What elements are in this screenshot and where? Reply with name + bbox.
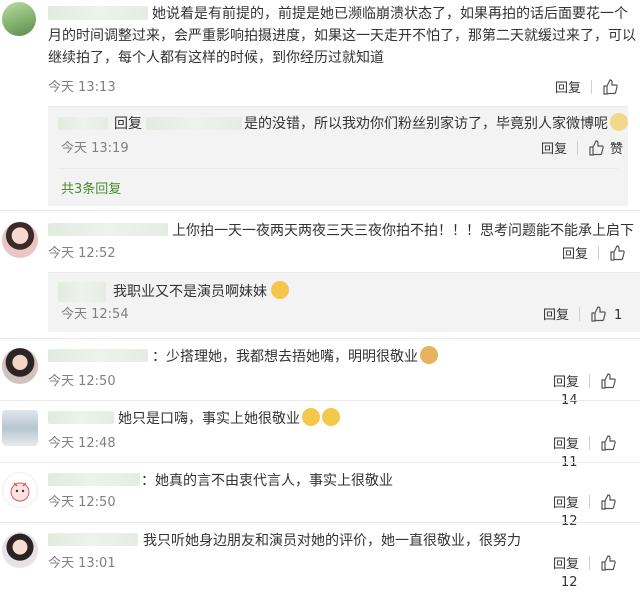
nested-divider bbox=[48, 272, 640, 273]
username[interactable] bbox=[48, 223, 168, 236]
comment-actions: 回复 bbox=[562, 245, 625, 264]
reply-username[interactable] bbox=[58, 282, 106, 302]
reply-button[interactable]: 回复 bbox=[553, 375, 579, 390]
comment-time: 今天 13:01 bbox=[48, 556, 116, 571]
comment-time: 今天 12:50 bbox=[48, 495, 116, 510]
reply-actions: 回复 赞 bbox=[541, 140, 623, 159]
like-count: 1 bbox=[614, 308, 623, 323]
action-divider bbox=[589, 436, 591, 450]
comment-divider bbox=[0, 400, 640, 401]
comment-time: 今天 13:13 bbox=[48, 80, 116, 95]
reply-text: 是的没错，所以我劝你们粉丝别家访了，毕竟别人家微博呢 bbox=[244, 113, 628, 135]
comment-text: 上你拍一天一夜两天两夜三天三夜你拍不拍！！！思考问题能不能承上启下 bbox=[172, 223, 634, 239]
comment-actions: 回复 bbox=[555, 79, 618, 98]
comment-text: ：她真的言不由衷代言人，事实上很敬业 bbox=[141, 473, 393, 489]
like-label[interactable]: 赞 bbox=[610, 142, 623, 157]
reply-button[interactable]: 回复 bbox=[555, 81, 581, 96]
comment-time: 今天 12:48 bbox=[48, 436, 116, 451]
cat-face-emoji-icon bbox=[420, 346, 438, 364]
nested-divider bbox=[48, 106, 628, 107]
action-divider bbox=[591, 80, 593, 94]
comment-actions: 回复12 bbox=[553, 494, 640, 531]
action-divider bbox=[589, 556, 591, 570]
reply-button[interactable]: 回复 bbox=[541, 142, 567, 157]
like-count: 12 bbox=[561, 575, 578, 590]
comment-text: 我只听她身边朋友和演员对她的评价，她一直很敬业，很努力 bbox=[143, 533, 521, 549]
reply-button[interactable]: 回复 bbox=[562, 247, 588, 262]
reply-username[interactable] bbox=[58, 117, 108, 130]
action-divider bbox=[579, 307, 581, 321]
thumbs-up-icon[interactable] bbox=[600, 555, 616, 571]
comment-text: ：少搭理她，我都想去捂她嘴，明明很敬业 bbox=[152, 346, 438, 368]
comment-divider bbox=[0, 522, 640, 523]
reply-time: 今天 13:19 bbox=[61, 141, 129, 156]
action-divider bbox=[589, 495, 591, 509]
heart-eyes-emoji-icon bbox=[271, 281, 289, 299]
comment-text: 她说着是有前提的，前提是她已濒临崩溃状态了，如果再拍的话后面要花一个月的时间调整… bbox=[48, 6, 636, 66]
comment-actions: 回复14 bbox=[553, 373, 640, 410]
avatar[interactable] bbox=[2, 532, 38, 568]
reply-button[interactable]: 回复 bbox=[553, 437, 579, 452]
reply-button[interactable]: 回复 bbox=[553, 557, 579, 572]
comment-time: 今天 12:50 bbox=[48, 374, 116, 389]
thumbs-up-icon[interactable] bbox=[590, 306, 606, 322]
avatar[interactable] bbox=[2, 472, 38, 508]
avatar[interactable] bbox=[2, 410, 38, 446]
action-divider bbox=[589, 374, 591, 388]
username[interactable] bbox=[48, 411, 114, 424]
comment-divider bbox=[0, 462, 640, 463]
reply-target-username[interactable] bbox=[146, 117, 242, 130]
thumbs-up-icon[interactable] bbox=[600, 373, 616, 389]
laughing-tears-emoji-icon bbox=[302, 408, 320, 426]
reply-button[interactable]: 回复 bbox=[543, 308, 569, 323]
comment-divider bbox=[0, 338, 640, 339]
comment-text: 她只是口嗨，事实上她很敬业 bbox=[118, 408, 340, 430]
action-divider bbox=[577, 141, 579, 155]
comment-time: 今天 12:52 bbox=[48, 246, 116, 261]
reply-actions: 回复 1 bbox=[543, 306, 622, 325]
username[interactable] bbox=[48, 533, 138, 546]
avatar[interactable] bbox=[2, 222, 38, 258]
thumbs-up-icon[interactable] bbox=[602, 79, 618, 95]
comment-divider bbox=[0, 210, 640, 211]
thumbs-up-icon[interactable] bbox=[609, 245, 625, 261]
avatar[interactable] bbox=[2, 2, 36, 36]
cartoon-avatar-icon bbox=[10, 482, 30, 502]
cat-face-emoji-icon bbox=[610, 113, 628, 131]
username[interactable] bbox=[48, 349, 148, 362]
thumbs-up-icon[interactable] bbox=[588, 140, 604, 156]
reply-prefix: 回复 bbox=[114, 116, 142, 132]
thumbs-up-icon[interactable] bbox=[600, 494, 616, 510]
action-divider bbox=[598, 246, 600, 260]
nested-divider bbox=[58, 168, 618, 169]
reply-time: 今天 12:54 bbox=[61, 307, 129, 322]
username[interactable] bbox=[48, 473, 140, 486]
reply-button[interactable]: 回复 bbox=[553, 496, 579, 511]
reply-text: 我职业又不是演员啊妹妹 bbox=[113, 281, 289, 303]
thumbs-up-icon[interactable] bbox=[600, 435, 616, 451]
laughing-tears-emoji-icon bbox=[322, 408, 340, 426]
avatar[interactable] bbox=[2, 348, 38, 384]
expand-replies-link[interactable]: 共3条回复 bbox=[61, 178, 121, 197]
comment-actions: 回复11 bbox=[553, 435, 640, 472]
